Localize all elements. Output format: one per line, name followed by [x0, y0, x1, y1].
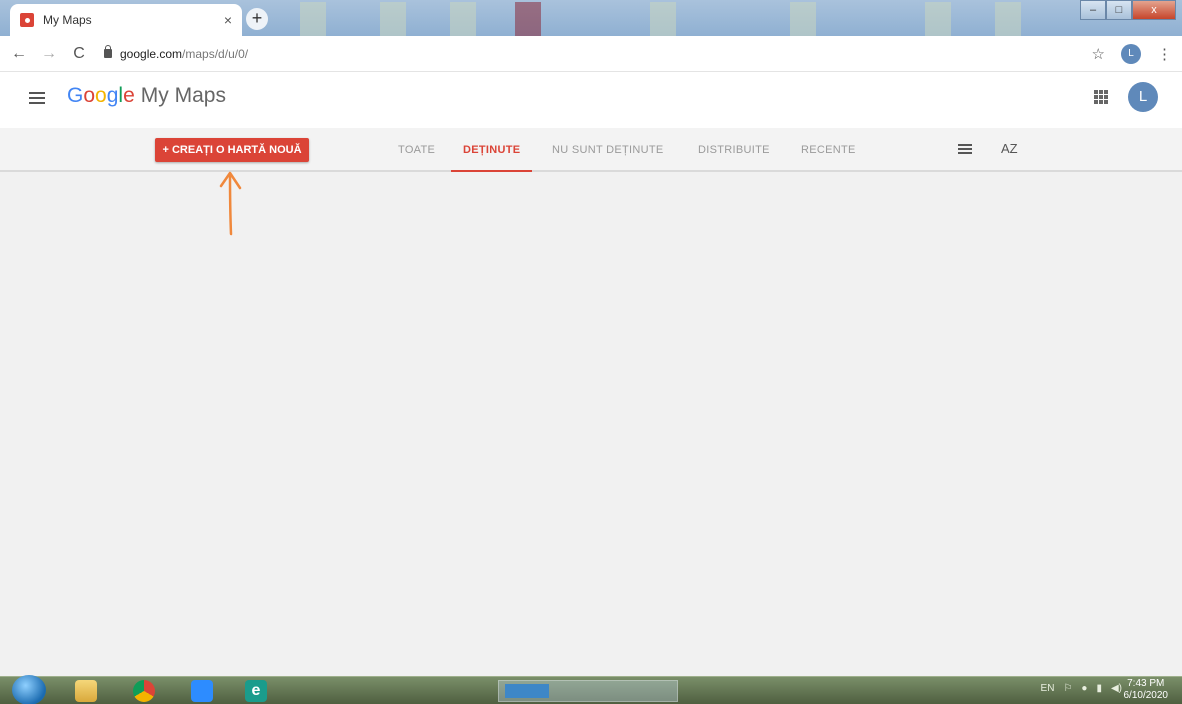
tab-shared[interactable]: DISTRIBUITE [698, 128, 770, 172]
account-avatar[interactable]: L [1128, 82, 1158, 112]
desktop-background [925, 2, 951, 36]
desktop-background [995, 2, 1021, 36]
list-view-icon[interactable] [958, 144, 972, 156]
security-icon[interactable]: ● [1081, 683, 1087, 694]
my-maps-favicon-icon [20, 13, 34, 27]
windows-taskbar: e EN ⚐ ● ▮ ◀) 7:43 PM 6/10/2020 [0, 675, 1182, 704]
desktop-background [300, 2, 326, 36]
annotation-arrow-icon [219, 171, 242, 236]
browser-profile-avatar[interactable]: L [1121, 44, 1141, 64]
browser-tab-my-maps[interactable]: My Maps × [10, 4, 242, 36]
bookmark-star-icon[interactable]: ☆ [1092, 45, 1105, 63]
lock-icon [104, 45, 112, 58]
new-tab-button[interactable]: + [246, 8, 268, 30]
eset-icon[interactable]: e [236, 679, 276, 703]
tab-recent[interactable]: RECENTE [801, 128, 856, 172]
main-menu-icon[interactable] [29, 92, 45, 104]
google-my-maps-logo[interactable]: Google My Maps [67, 84, 226, 108]
browser-toolbar: ← → C google.com/maps/d/u/0/ ☆ L ⋮ [0, 36, 1182, 72]
action-center-flag-icon[interactable]: ⚐ [1063, 683, 1072, 694]
brand-letter: e [123, 84, 135, 107]
desktop-background [380, 2, 406, 36]
desktop-background [450, 2, 476, 36]
language-indicator[interactable]: EN [1041, 683, 1055, 694]
create-new-map-button[interactable]: + CREAȚI O HARTĂ NOUĂ [155, 138, 309, 162]
forward-arrow-icon[interactable]: → [38, 45, 60, 63]
start-button[interactable] [12, 675, 46, 704]
browser-tab-title: My Maps [43, 13, 92, 27]
file-explorer-icon[interactable] [66, 679, 106, 703]
brand-letter: G [67, 84, 84, 107]
brand-letter: o [95, 84, 107, 107]
desktop-background [790, 2, 816, 36]
maps-filter-bar: + CREAȚI O HARTĂ NOUĂ TOATE DEȚINUTE NU … [0, 128, 1182, 172]
brand-letter: g [106, 84, 119, 107]
system-tray: EN ⚐ ● ▮ ◀) [1041, 683, 1122, 694]
brand-letter: o [83, 84, 96, 107]
browser-tab-strip: My Maps × + – □ x [0, 0, 1182, 36]
clock-date: 6/10/2020 [1123, 690, 1169, 701]
desktop-background [515, 2, 541, 36]
maximize-button[interactable]: □ [1106, 0, 1132, 20]
minimize-button[interactable]: – [1080, 0, 1106, 20]
running-app-thumbnail [505, 684, 549, 698]
browser-menu-icon[interactable]: ⋮ [1157, 45, 1172, 63]
reload-icon[interactable]: C [68, 45, 90, 63]
chrome-icon[interactable] [124, 679, 164, 703]
app-header: Google My Maps L [0, 72, 1182, 128]
url-host: google.com [120, 46, 183, 61]
system-clock[interactable]: 7:43 PM 6/10/2020 [1124, 678, 1169, 702]
taskbar-running-app[interactable] [498, 680, 678, 702]
clock-time: 7:43 PM [1127, 678, 1165, 689]
tab-all[interactable]: TOATE [398, 128, 435, 172]
product-name: My Maps [140, 84, 226, 107]
zoom-icon[interactable] [182, 679, 222, 703]
tab-owned[interactable]: DEȚINUTE [450, 128, 533, 172]
google-apps-icon[interactable] [1094, 90, 1108, 104]
volume-icon[interactable]: ◀) [1111, 683, 1122, 694]
tab-not-owned[interactable]: NU SUNT DEȚINUTE [552, 128, 664, 172]
desktop-background [650, 2, 676, 36]
sort-az-button[interactable]: AZ [1001, 141, 1018, 156]
address-bar[interactable]: google.com/maps/d/u/0/ [104, 45, 249, 61]
close-tab-icon[interactable]: × [224, 12, 232, 28]
url-path: /maps/d/u/0/ [182, 46, 249, 61]
close-window-button[interactable]: x [1132, 0, 1176, 20]
window-controls: – □ x [1080, 0, 1176, 20]
back-arrow-icon[interactable]: ← [8, 45, 30, 63]
network-icon[interactable]: ▮ [1096, 683, 1102, 694]
